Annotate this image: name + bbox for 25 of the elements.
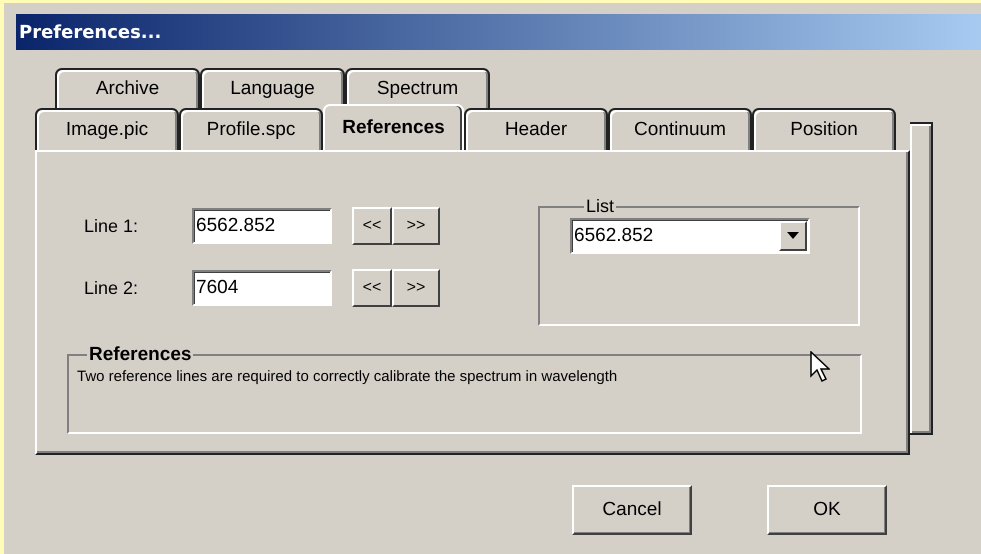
tab[interactable]: Language: [200, 68, 345, 108]
next-button[interactable]: >>: [392, 207, 440, 245]
text-field[interactable]: 6562.852: [192, 208, 332, 244]
tab[interactable]: Header: [464, 108, 608, 150]
text-field[interactable]: 7604: [192, 270, 332, 306]
tab[interactable]: Archive: [55, 68, 200, 108]
tab[interactable]: Continuum: [608, 108, 752, 150]
previous-button[interactable]: <<: [352, 269, 392, 307]
tab[interactable]: Spectrum: [345, 68, 490, 108]
description-text: Two reference lines are required to correctly calibrate the spectrum in wavelength: [77, 368, 618, 385]
field-label: Line 1:: [84, 216, 140, 236]
previous-button[interactable]: <<: [352, 207, 392, 245]
field-label: Line 2:: [84, 278, 140, 298]
group-label: References: [88, 344, 192, 366]
dialog-button[interactable]: OK: [767, 485, 887, 535]
dialog-button[interactable]: Cancel: [572, 485, 692, 535]
tab[interactable]: References: [323, 104, 464, 150]
mouse-pointer-icon: [810, 351, 830, 383]
tab[interactable]: Profile.spc: [179, 108, 323, 150]
dropdown[interactable]: 6562.852: [570, 218, 810, 254]
next-button[interactable]: >>: [392, 269, 440, 307]
tab[interactable]: Image.pic: [35, 108, 179, 150]
window-title: Preferences...: [19, 22, 162, 42]
tab[interactable]: Position: [752, 108, 896, 150]
group-label: List: [585, 196, 616, 217]
